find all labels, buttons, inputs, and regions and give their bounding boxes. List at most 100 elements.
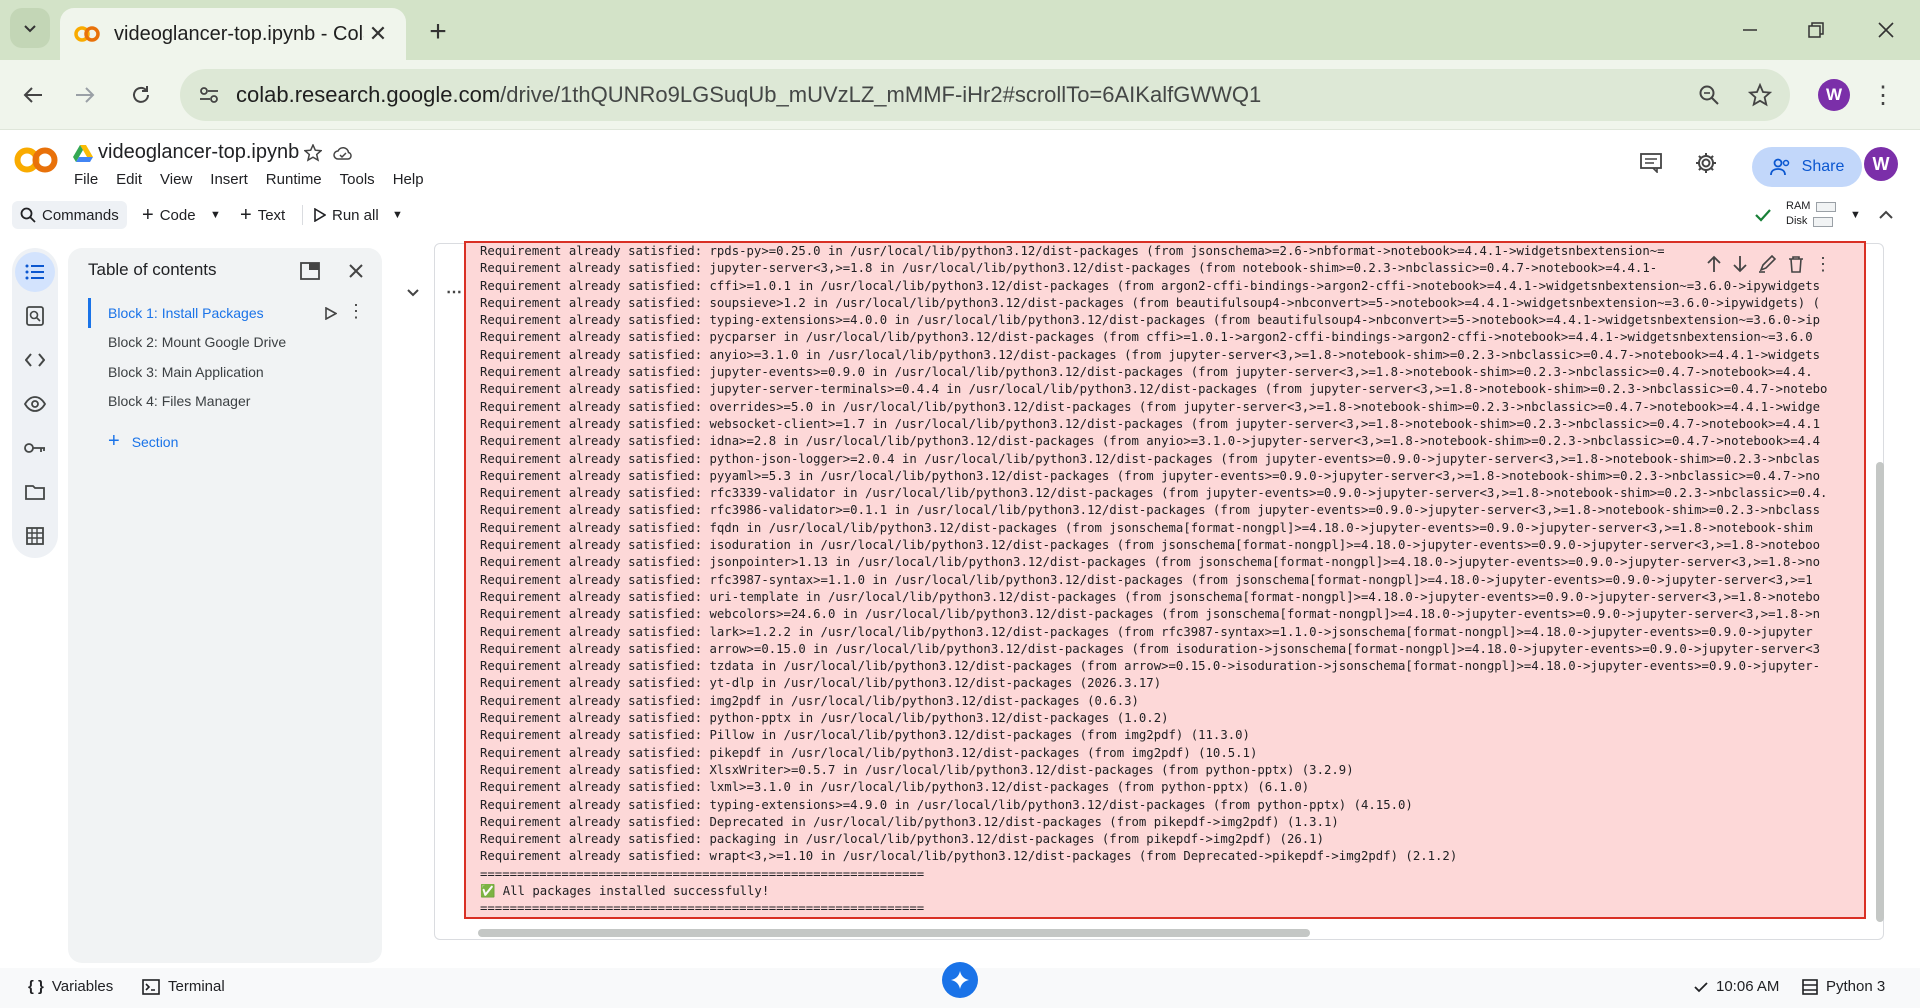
menu-view[interactable]: View: [160, 171, 201, 188]
browser-profile-avatar[interactable]: W: [1818, 79, 1850, 111]
reload-icon[interactable]: [120, 74, 162, 116]
table-of-contents-icon[interactable]: [15, 252, 55, 292]
output-line: ========================================…: [480, 901, 925, 916]
output-line: Requirement already satisfied: rfc3987-s…: [480, 572, 1813, 587]
cell-output[interactable]: Requirement already satisfied: rpds-py>=…: [464, 241, 1866, 919]
add-section-button[interactable]: + Section: [108, 430, 178, 453]
cell-more-icon[interactable]: ⋮: [1814, 254, 1832, 275]
toc-item-block-3[interactable]: Block 3: Main Application: [88, 357, 378, 387]
execution-time[interactable]: 10:06 AM: [1694, 978, 1779, 995]
add-code-label: Code: [159, 206, 196, 224]
terminal-label: Terminal: [168, 978, 225, 995]
output-line: Requirement already satisfied: jsonpoint…: [480, 555, 1821, 570]
output-line: Requirement already satisfied: rfc3339-v…: [480, 486, 1828, 501]
gemini-assistant-button[interactable]: [942, 962, 978, 998]
output-line: Requirement already satisfied: pikepdf i…: [480, 745, 1258, 760]
menu-tools[interactable]: Tools: [340, 171, 384, 188]
find-replace-icon[interactable]: [15, 296, 55, 336]
comment-icon[interactable]: [1640, 153, 1662, 173]
output-line: Requirement already satisfied: uri-templ…: [480, 589, 1821, 604]
browser-tab-active[interactable]: videoglancer-top.ipynb - Colab ✕: [60, 8, 406, 60]
runtime-dropdown-icon[interactable]: ▼: [1850, 201, 1861, 229]
output-line: Requirement already satisfied: anyio>=3.…: [480, 347, 1821, 362]
toc-item-block-2[interactable]: Block 2: Mount Google Drive: [88, 328, 378, 358]
add-code-dropdown-icon[interactable]: ▼: [210, 201, 221, 229]
output-line: Requirement already satisfied: XlsxWrite…: [480, 762, 1354, 777]
add-text-button[interactable]: + Text: [240, 201, 285, 229]
run-all-dropdown-icon[interactable]: ▼: [392, 201, 403, 229]
code-snippets-icon[interactable]: [15, 340, 55, 380]
output-line: ========================================…: [480, 866, 925, 881]
menu-runtime[interactable]: Runtime: [266, 171, 331, 188]
runtime-type[interactable]: Python 3: [1802, 978, 1885, 995]
check-icon: [1694, 981, 1708, 992]
move-cell-down-icon[interactable]: [1732, 255, 1748, 273]
tab-close-icon[interactable]: ✕: [364, 21, 392, 47]
output-line: Requirement already satisfied: tzdata in…: [480, 659, 1821, 674]
forward-arrow-icon[interactable]: [64, 74, 106, 116]
site-settings-icon[interactable]: [198, 84, 220, 106]
output-line: Requirement already satisfied: python-js…: [480, 451, 1821, 466]
variables-button[interactable]: { } Variables: [28, 978, 113, 995]
open-in-tab-icon[interactable]: [300, 262, 320, 280]
output-line: Requirement already satisfied: isodurati…: [480, 538, 1821, 553]
back-arrow-icon[interactable]: [12, 74, 54, 116]
output-line: Requirement already satisfied: fqdn in /…: [480, 520, 1813, 535]
variables-inspector-icon[interactable]: [15, 384, 55, 424]
window-close-icon[interactable]: [1856, 10, 1916, 50]
menu-insert[interactable]: Insert: [210, 171, 257, 188]
run-all-button[interactable]: Run all: [314, 201, 379, 229]
toc-title: Table of contents: [88, 260, 217, 279]
menu-help[interactable]: Help: [393, 171, 433, 188]
vertical-scrollbar[interactable]: [1876, 462, 1884, 922]
share-button[interactable]: Share: [1752, 147, 1862, 187]
files-folder-icon[interactable]: [15, 472, 55, 512]
bookmark-star-icon[interactable]: [1748, 83, 1772, 107]
star-icon[interactable]: [304, 144, 322, 162]
resource-meter[interactable]: RAM Disk: [1786, 199, 1837, 229]
menu-bar: File Edit View Insert Runtime Tools Help: [74, 171, 442, 188]
ram-bar: [1816, 201, 1837, 212]
restore-icon[interactable]: [1786, 10, 1846, 50]
output-line: ✅ All packages installed successfully!: [480, 883, 770, 898]
collapse-output-chevron-icon[interactable]: [406, 288, 420, 298]
url-omnibox[interactable]: colab.research.google.com/drive/1thQUNRo…: [180, 69, 1790, 121]
output-line: Requirement already satisfied: webcolors…: [480, 607, 1821, 622]
add-code-button[interactable]: + Code: [142, 201, 196, 229]
output-line: Requirement already satisfied: wrapt<3,>…: [480, 849, 1458, 864]
collapse-chevron-up-icon[interactable]: [1878, 208, 1894, 222]
data-table-icon[interactable]: [15, 516, 55, 556]
toc-item-block-1[interactable]: Block 1: Install Packages ⋮: [88, 298, 378, 328]
move-cell-up-icon[interactable]: [1706, 255, 1722, 273]
minimize-icon[interactable]: [1720, 10, 1780, 50]
menu-file[interactable]: File: [74, 171, 107, 188]
menu-edit[interactable]: Edit: [116, 171, 151, 188]
output-line: Requirement already satisfied: idna>=2.8…: [480, 434, 1821, 449]
colab-header: videoglancer-top.ipynb File Edit View In…: [0, 131, 1920, 195]
zoom-icon[interactable]: [1698, 84, 1720, 106]
section-more-icon[interactable]: ⋮: [347, 301, 365, 322]
people-icon: [1769, 158, 1789, 176]
output-more-icon[interactable]: ⋯: [446, 282, 462, 302]
edit-pencil-icon[interactable]: [1758, 255, 1778, 273]
share-label: Share: [1801, 158, 1845, 175]
plus-icon: +: [240, 203, 252, 226]
terminal-button[interactable]: Terminal: [142, 978, 225, 995]
toc-item-block-4[interactable]: Block 4: Files Manager: [88, 387, 378, 417]
browser-menu-icon[interactable]: ⋮: [1862, 74, 1904, 116]
braces-icon: { }: [28, 978, 44, 995]
secrets-key-icon[interactable]: [15, 428, 55, 468]
tab-search-button[interactable]: [10, 8, 50, 48]
colab-logo-icon[interactable]: [14, 147, 58, 173]
run-section-play-icon[interactable]: [325, 307, 337, 320]
settings-gear-icon[interactable]: [1694, 151, 1718, 175]
user-avatar[interactable]: W: [1864, 147, 1898, 181]
horizontal-scrollbar[interactable]: [478, 929, 1310, 937]
notebook-title[interactable]: videoglancer-top.ipynb: [98, 141, 299, 164]
google-drive-icon: [73, 145, 93, 162]
delete-trash-icon[interactable]: [1788, 255, 1804, 273]
commands-button[interactable]: Commands: [12, 201, 127, 229]
output-line: Requirement already satisfied: Pillow in…: [480, 728, 1250, 743]
new-tab-icon[interactable]: +: [418, 12, 458, 52]
close-panel-icon[interactable]: [348, 263, 364, 279]
